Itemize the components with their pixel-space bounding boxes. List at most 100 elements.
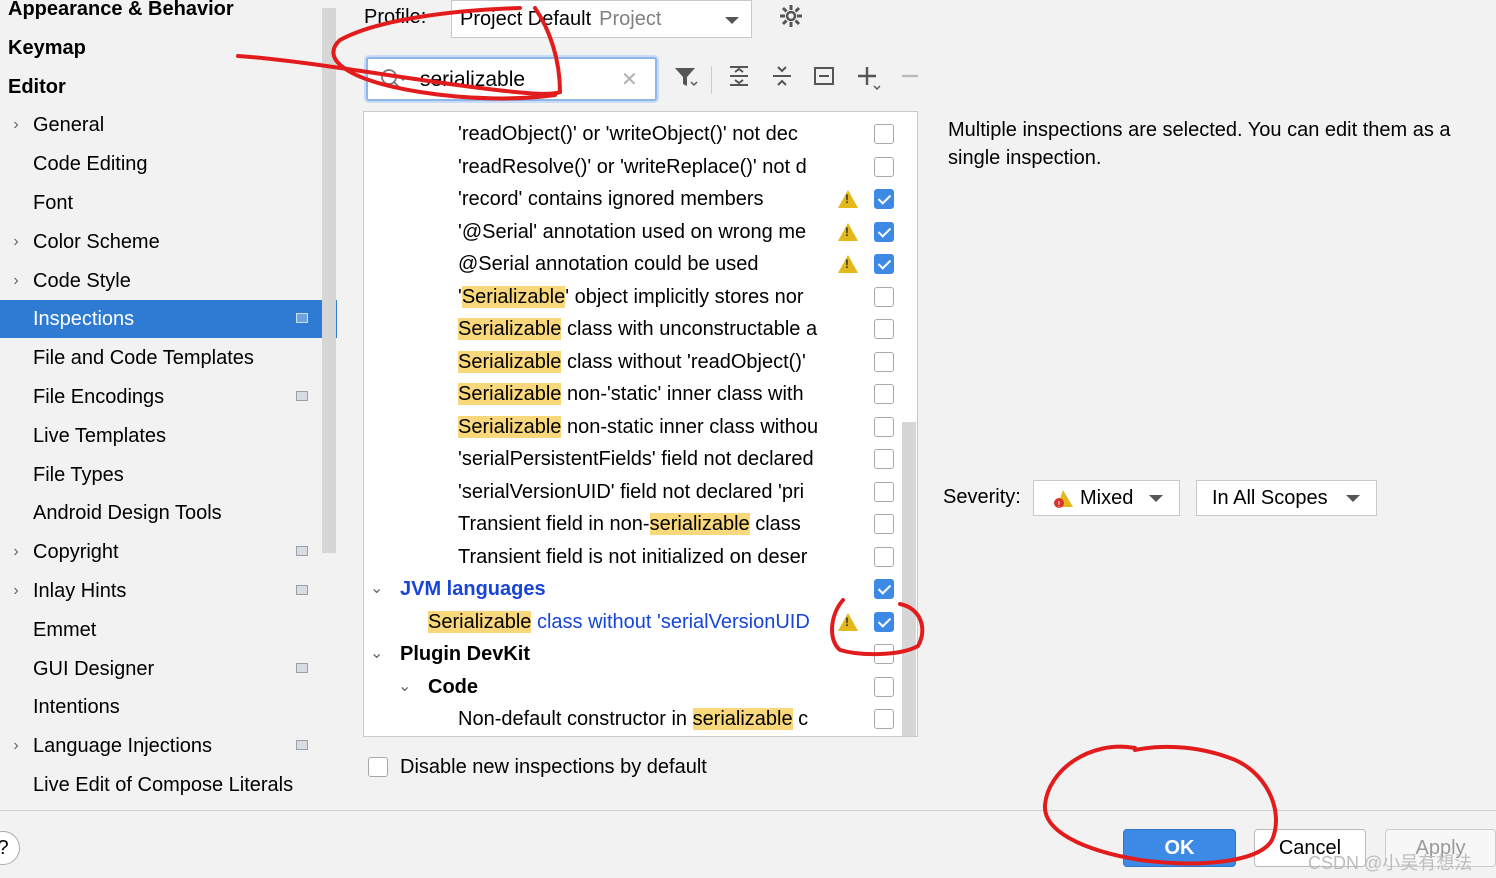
inspection-checkbox[interactable] [874,676,894,697]
chevron-right-icon[interactable]: › [8,106,24,144]
inspection-checkbox[interactable] [874,416,894,437]
sidebar-item-label: Live Edit of Compose Literals [33,774,294,796]
sidebar-item-label: Font [33,192,74,214]
sidebar-item-label: Android Design Tools [33,502,222,525]
inspection-name: 'readObject()' or 'writeObject()' not de… [458,118,830,150]
inspection-row[interactable]: Transient field is not initialized on de… [364,541,902,573]
sidebar-item[interactable]: Android Design Tools [0,494,337,532]
expand-all-icon[interactable] [724,64,754,95]
severity-select[interactable]: ! Mixed [1033,480,1180,516]
close-icon[interactable]: ✕ [621,67,638,92]
sidebar-item[interactable]: File and Code Templates [0,339,337,377]
help-button[interactable]: ? [0,831,20,865]
inspection-checkbox[interactable] [874,514,894,534]
inspection-checkbox[interactable] [874,189,894,209]
chevron-right-icon[interactable]: › [8,727,24,765]
inspection-checkbox[interactable] [874,481,894,502]
chevron-down-icon[interactable]: ⌄ [398,671,411,703]
sidebar-item-label: File Types [33,463,124,486]
inspection-checkbox[interactable] [874,644,894,664]
inspection-checkbox[interactable] [874,709,894,729]
disable-new-inspections-checkbox[interactable] [368,757,388,777]
inspection-checkbox[interactable] [874,351,894,372]
inspection-name: @Serial annotation could be used [458,248,830,280]
sidebar-item[interactable]: Appearance & Behavior [0,0,337,28]
sidebar-item[interactable]: Intentions [0,688,337,726]
sidebar-item[interactable]: › General [0,106,337,144]
sidebar-item[interactable]: File Types [0,456,337,494]
inspection-checkbox[interactable] [874,449,894,469]
inspection-row[interactable]: 'readResolve()' or 'writeReplace()' not … [364,151,902,183]
inspection-checkbox[interactable] [874,286,894,307]
inspection-row[interactable]: 'serialVersionUID' field not declared 'p… [364,476,902,508]
inspection-checkbox[interactable] [874,384,894,404]
sidebar-item[interactable]: Keymap [0,29,337,67]
inspection-row[interactable]: Serializable non-'static' inner class wi… [364,378,902,410]
inspection-checkbox[interactable] [874,611,894,632]
inspection-row[interactable]: Serializable class without 'readObject()… [364,346,902,378]
tree-scrollbar[interactable] [902,422,916,736]
ok-button[interactable]: OK [1123,829,1236,867]
sidebar-item-label: General [33,114,105,137]
reset-icon[interactable] [809,64,839,95]
inspection-row[interactable]: Serializable non-static inner class with… [364,411,902,443]
chevron-right-icon[interactable]: › [8,262,24,300]
inspection-checkbox[interactable] [874,124,894,144]
sidebar-item[interactable]: Live Templates [0,417,337,455]
inspection-checkbox[interactable] [874,221,894,242]
collapse-all-icon[interactable] [767,64,797,95]
sidebar-item[interactable]: › Inlay Hints [0,572,337,610]
inspection-row[interactable]: 'Serializable' object implicitly stores … [364,281,902,313]
inspection-row[interactable]: Non-default constructor in serializable … [364,703,902,735]
add-icon[interactable] [854,64,884,99]
search-input[interactable] [420,65,610,95]
inspection-row[interactable]: Transient field in non-serializable clas… [364,508,902,540]
gear-icon[interactable] [779,4,803,35]
inspection-checkbox[interactable] [874,254,894,274]
sidebar-item[interactable]: Live Edit of Compose Literals [0,766,337,804]
inspection-row[interactable]: Serializable class with unconstructable … [364,313,902,345]
search-box[interactable]: ✕ [366,57,657,101]
sidebar-item-label: Live Templates [33,424,167,447]
chevron-right-icon[interactable]: › [8,533,24,571]
profile-select[interactable]: Project Default Project [451,0,752,38]
chevron-right-icon[interactable]: › [8,572,24,610]
sidebar-item[interactable]: › Color Scheme [0,223,337,261]
inspection-row[interactable]: '@Serial' annotation used on wrong me [364,216,902,248]
sidebar-item[interactable]: File Encodings [0,378,337,416]
inspection-checkbox[interactable] [874,319,894,339]
sidebar-item-label: Intentions [33,696,120,719]
inspection-row[interactable]: Serializable class without 'serialVersio… [364,606,902,638]
chevron-right-icon[interactable]: › [8,223,24,261]
sidebar-scrollbar[interactable] [322,8,336,553]
inspection-row[interactable]: 'serialPersistentFields' field not decla… [364,443,902,475]
sidebar-item-label: Editor [8,75,66,98]
inspection-checkbox[interactable] [874,546,894,567]
sidebar-item[interactable]: › Language Injections [0,727,337,765]
sidebar-item[interactable]: › Copyright [0,533,337,571]
inspection-name-text: Transient field in non- [458,513,650,535]
inspection-row[interactable]: ⌄ Code [364,671,902,703]
inspection-checkbox[interactable] [874,156,894,177]
chevron-down-icon [725,17,739,24]
inspection-row[interactable]: ⌄ Plugin DevKit [364,638,902,670]
scope-select[interactable]: In All Scopes [1196,480,1377,516]
inspection-row[interactable]: 'record' contains ignored members [364,183,902,215]
sidebar-item[interactable]: Inspections [0,300,337,339]
inspection-row[interactable]: ⌄ JVM languages [364,573,902,605]
sidebar-item[interactable]: Font [0,184,337,222]
chevron-down-icon[interactable]: ⌄ [370,638,383,670]
remove-icon[interactable] [895,64,925,95]
inspection-checkbox[interactable] [874,579,894,599]
sidebar-item-label: Code Style [33,269,131,292]
inspection-row[interactable]: @Serial annotation could be used [364,248,902,280]
sidebar-item[interactable]: GUI Designer [0,650,337,688]
chevron-down-icon[interactable]: ⌄ [370,573,383,605]
inspection-row[interactable]: 'readObject()' or 'writeObject()' not de… [364,118,902,150]
inspections-tree: 'readObject()' or 'writeObject()' not de… [363,111,918,737]
sidebar-item[interactable]: Editor [0,68,337,106]
filter-icon[interactable] [671,64,701,97]
sidebar-item[interactable]: Emmet [0,611,337,649]
sidebar-item[interactable]: › Code Style [0,262,337,300]
sidebar-item[interactable]: Code Editing [0,145,337,183]
